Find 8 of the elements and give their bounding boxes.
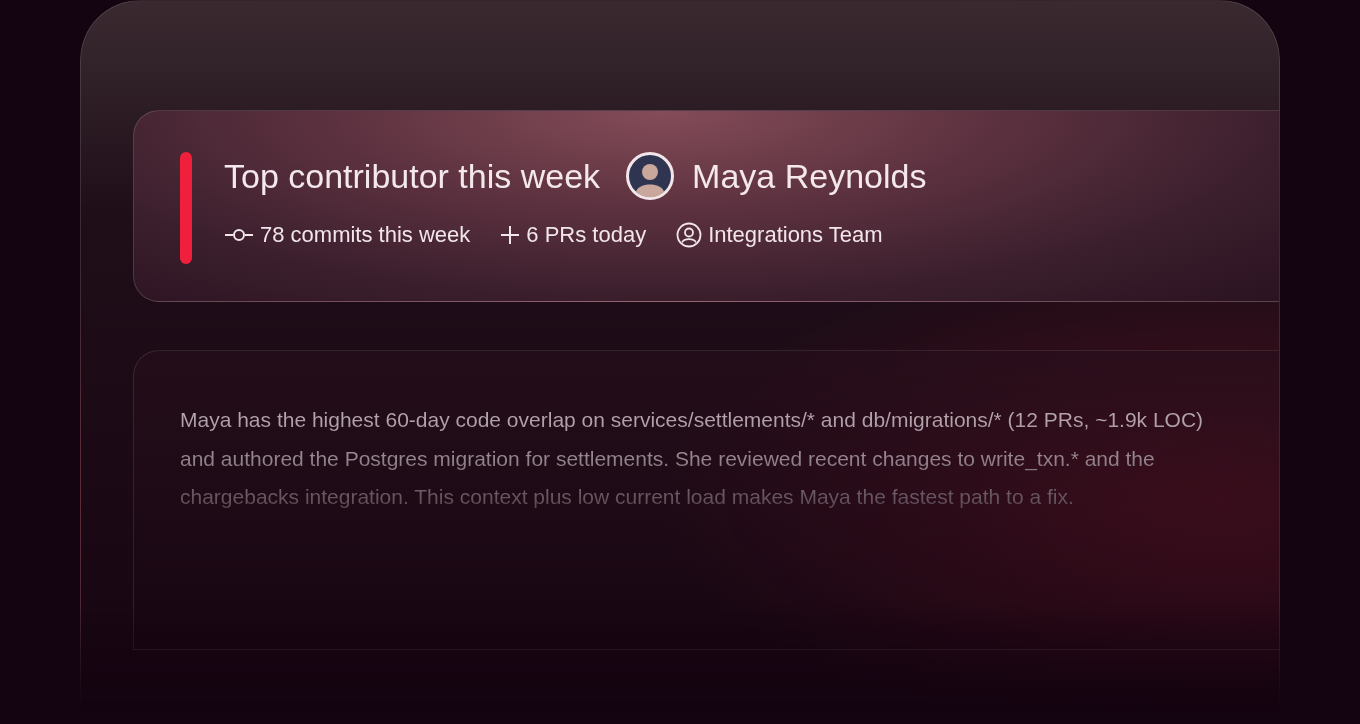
avatar-icon xyxy=(626,152,675,200)
stat-label: 6 PRs today xyxy=(526,222,647,248)
plus-icon xyxy=(500,225,521,245)
contributor-name: Maya Reynolds xyxy=(692,156,927,196)
user-icon xyxy=(676,222,703,248)
card-heading: Top contributor this week xyxy=(224,156,601,196)
stat-label: 78 commits this week xyxy=(260,222,471,248)
stat-label: Integrations Team xyxy=(708,222,883,248)
